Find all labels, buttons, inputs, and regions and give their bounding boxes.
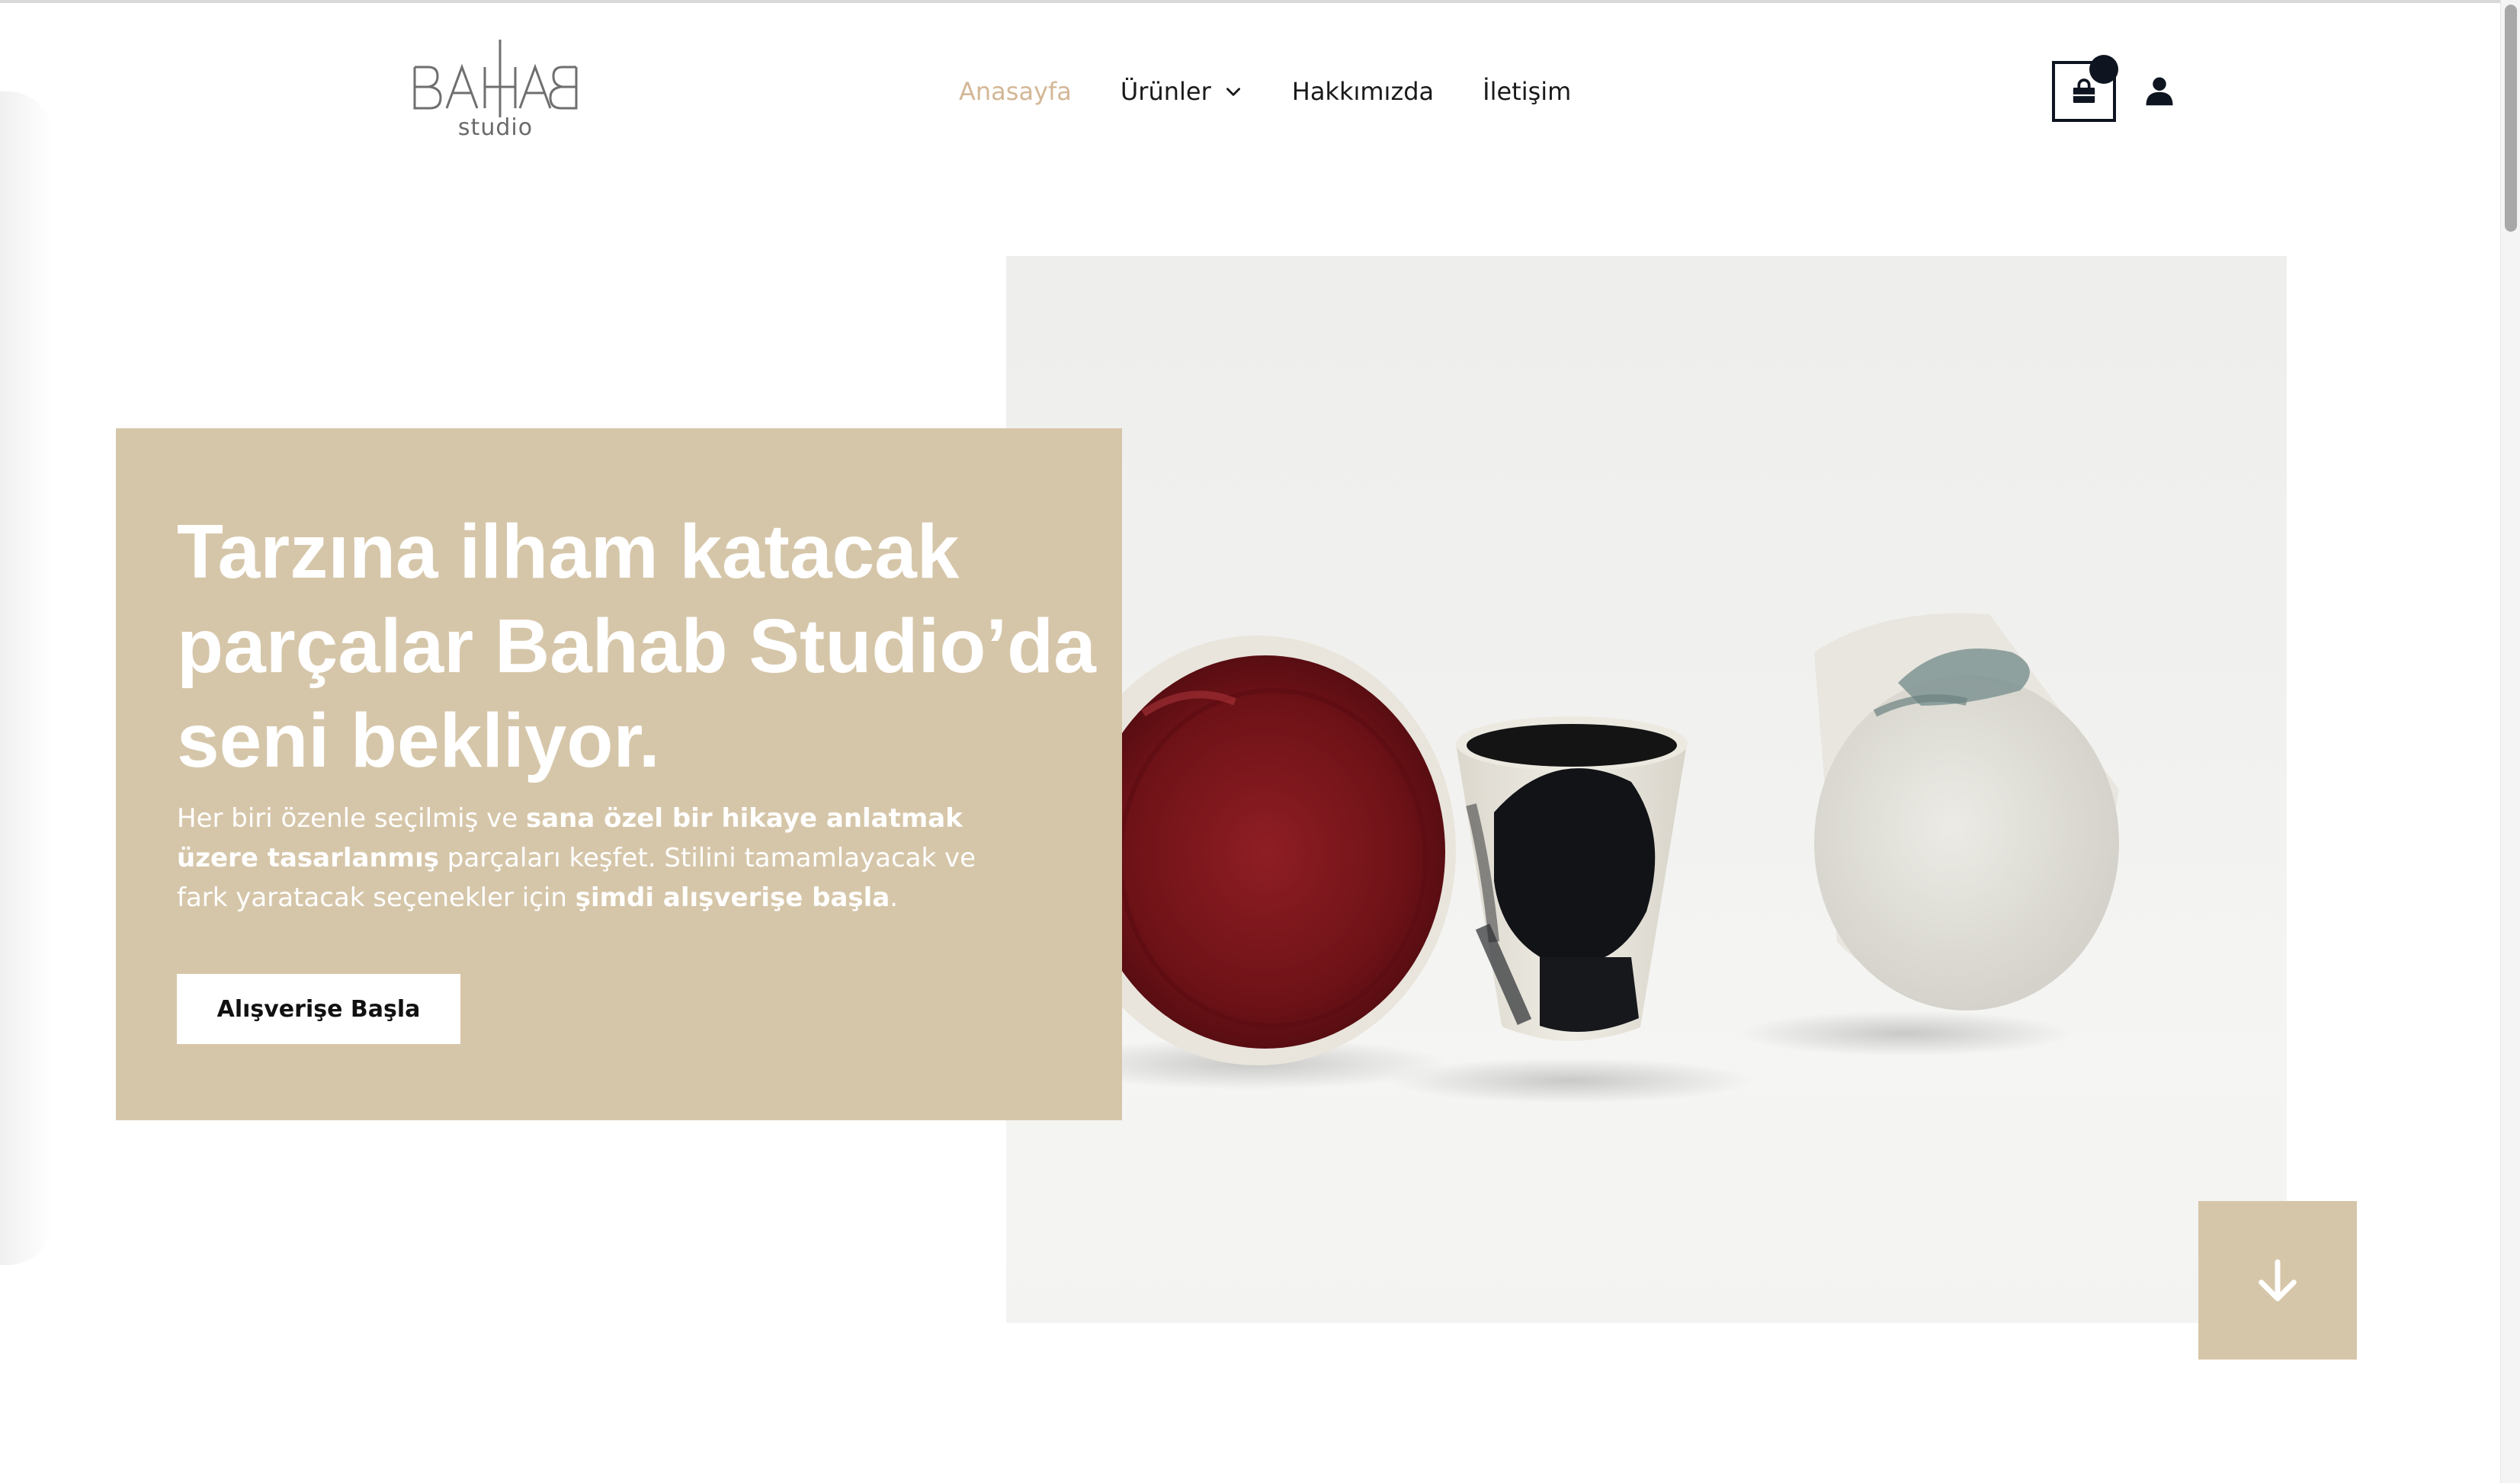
side-shadow	[0, 91, 53, 1265]
hero-title-line: Tarzına ilham katacak	[177, 509, 960, 594]
user-icon[interactable]	[2143, 75, 2175, 107]
hero-text-bold: şimdi alışverişe başla	[575, 882, 890, 913]
main-nav: Anasayfa Ürünler Hakkımızda İletişim	[959, 73, 1620, 110]
hero-description: Her biri özenle seçilmiş ve sana özel bi…	[177, 799, 1023, 918]
hero-image	[1006, 256, 2287, 1323]
hero-title-line: seni bekliyor.	[177, 698, 660, 783]
logo-mark-icon	[413, 40, 578, 117]
nav-label: Anasayfa	[959, 77, 1072, 106]
hero-text-part: .	[890, 882, 899, 913]
nav-label: Hakkımızda	[1291, 77, 1435, 106]
nav-label: Ürünler	[1120, 77, 1211, 106]
chevron-down-icon	[1226, 88, 1240, 96]
hero-title: Tarzına ilham katacak parçalar Bahab Stu…	[177, 504, 1107, 788]
nav-item-iletisim[interactable]: İletişim	[1483, 77, 1571, 106]
logo-subtitle: studio	[457, 114, 534, 141]
nav-item-anasayfa[interactable]: Anasayfa	[959, 77, 1072, 106]
scrollbar[interactable]	[2500, 0, 2520, 1483]
hero-card: Tarzına ilham katacak parçalar Bahab Stu…	[116, 428, 1122, 1120]
nav-item-hakkimizda[interactable]: Hakkımızda	[1292, 77, 1434, 106]
start-shopping-button[interactable]: Alışverişe Başla	[177, 974, 460, 1044]
arrow-down-icon	[2259, 1259, 2297, 1302]
page: studio Anasayfa Ürünler Hakkımızda İleti…	[0, 0, 2500, 1483]
top-border	[0, 0, 2500, 3]
ceramic-cups-illustration	[1052, 613, 2119, 1103]
scroll-down-button[interactable]	[2198, 1201, 2357, 1360]
cart-count-badge	[2089, 55, 2118, 84]
nav-label: İletişim	[1483, 77, 1572, 106]
hero-title-line: parçalar Bahab Studio’da	[177, 604, 1096, 689]
hero-text-part: Her biri özenle seçilmiş ve	[177, 803, 526, 834]
site-logo[interactable]: studio	[412, 38, 579, 145]
nav-item-urunler[interactable]: Ürünler	[1121, 77, 1243, 106]
scrollbar-thumb[interactable]	[2505, 5, 2517, 232]
